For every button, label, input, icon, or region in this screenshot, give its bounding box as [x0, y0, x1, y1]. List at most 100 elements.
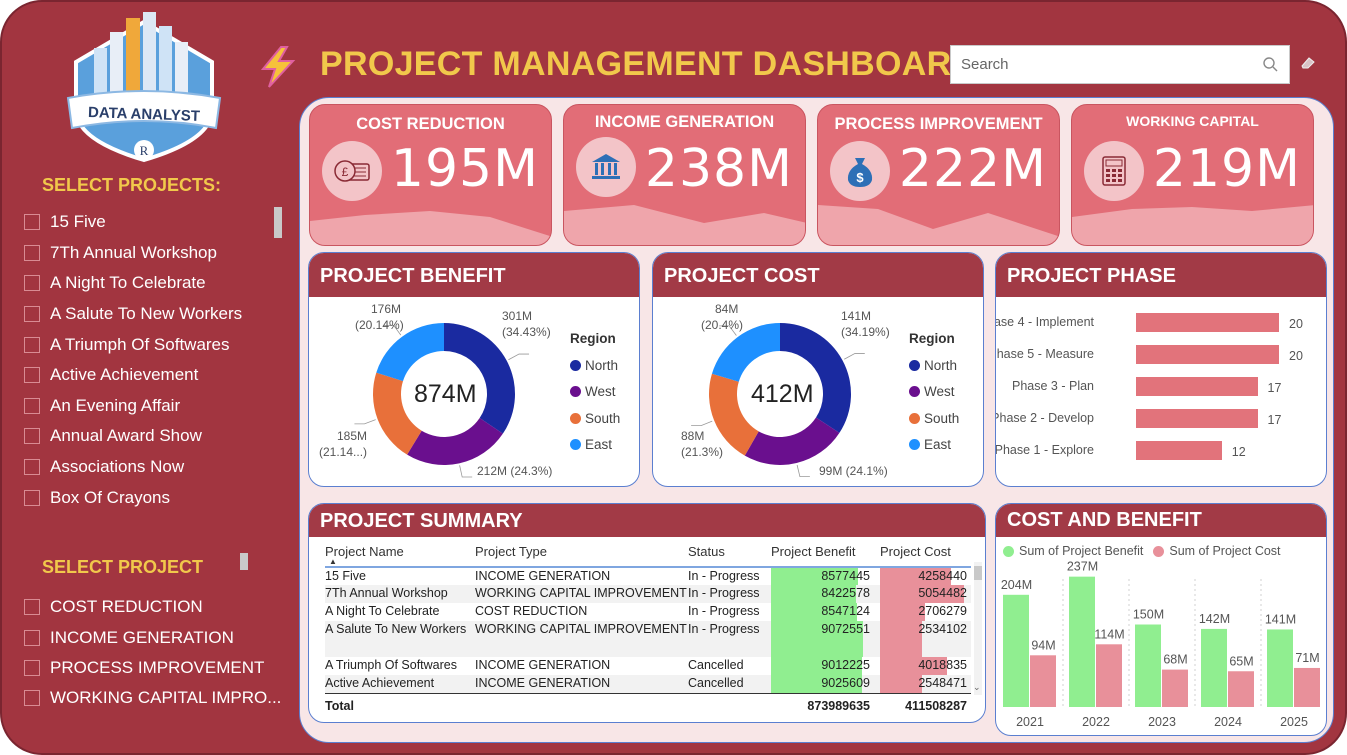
col-project-type[interactable]: Project Type — [475, 537, 688, 567]
cost-bar[interactable] — [1162, 669, 1188, 707]
table-scrollbar[interactable]: ⌄ — [973, 562, 982, 695]
cost-bar[interactable] — [1030, 655, 1056, 707]
cost-and-benefit-card: COST AND BENEFIT Sum of Project Benefit … — [995, 503, 1327, 736]
legend-west[interactable]: West — [570, 379, 620, 406]
legend-title: Region — [909, 331, 955, 346]
benefit-bar[interactable] — [1003, 594, 1029, 707]
legend-south[interactable]: South — [570, 405, 620, 432]
cell-status: In - Progress — [688, 622, 760, 636]
phase-row[interactable]: Phase 3 - Plan 17 — [996, 377, 1326, 397]
eraser-icon[interactable] — [1300, 56, 1316, 70]
cost-total: 412M — [751, 380, 814, 408]
scroll-down-icon[interactable]: ⌄ — [973, 682, 981, 693]
type-slicer-scrollbar[interactable] — [240, 553, 248, 570]
east-swatch — [909, 439, 920, 451]
cost-bar[interactable] — [1096, 644, 1122, 707]
checkbox[interactable] — [24, 459, 40, 476]
phase-bar[interactable] — [1136, 313, 1279, 332]
donut-slice-west[interactable] — [744, 417, 840, 465]
legend-east[interactable]: East — [909, 432, 959, 459]
phase-row[interactable]: Phase 5 - Measure 20 — [996, 345, 1326, 365]
project-type-option[interactable]: WORKING CAPITAL IMPRO... — [24, 683, 281, 713]
col-project-cost[interactable]: Project Cost — [874, 537, 971, 567]
project-option[interactable]: 7Th Annual Workshop — [24, 238, 242, 269]
checkbox[interactable] — [24, 599, 40, 616]
project-option[interactable]: Box Of Crayons — [24, 482, 242, 513]
legend-benefit[interactable]: Sum of Project Benefit — [1019, 544, 1143, 558]
table-row[interactable]: A Night To Celebrate COST REDUCTION In - P… — [325, 603, 971, 621]
project-type-option[interactable]: COST REDUCTION — [24, 592, 281, 622]
project-label: 7Th Annual Workshop — [50, 242, 217, 262]
leader-line-north — [844, 353, 865, 360]
project-option[interactable]: Annual Award Show — [24, 421, 242, 452]
projects-slicer[interactable]: 15 Five 7Th Annual Workshop A Night To Cel… — [24, 207, 242, 513]
col-status[interactable]: Status — [688, 537, 771, 567]
checkbox[interactable] — [24, 275, 40, 292]
phase-bar-chart[interactable]: Phase 4 - Implement 20 Phase 5 - Measure 20… — [996, 313, 1326, 483]
total-benefit: 873989635 — [807, 698, 870, 713]
project-cost-card: PROJECT COST 412M 141M (34.19%) 99M (24.1… — [652, 252, 984, 487]
project-option[interactable]: Associations Now — [24, 452, 242, 483]
checkbox[interactable] — [24, 397, 40, 414]
project-option[interactable]: Active Achievement — [24, 360, 242, 391]
project-option[interactable]: A Triumph Of Softwares — [24, 329, 242, 360]
table-row[interactable]: Active Achievement INCOME GENERATION Cance… — [325, 675, 971, 693]
col-project-benefit[interactable]: Project Benefit — [771, 537, 874, 567]
project-type-label: WORKING CAPITAL IMPRO... — [50, 688, 282, 708]
col-project-name[interactable]: Project Name ▲ — [325, 537, 475, 567]
checkbox[interactable] — [24, 659, 40, 676]
project-option[interactable]: An Evening Affair — [24, 391, 242, 422]
project-type-option[interactable]: INCOME GENERATION — [24, 622, 281, 652]
projects-scrollbar[interactable] — [274, 207, 282, 238]
checkbox[interactable] — [24, 428, 40, 445]
phase-bar[interactable] — [1136, 409, 1258, 428]
benefit-bar[interactable] — [1135, 624, 1161, 708]
cost-bar[interactable] — [1294, 667, 1320, 707]
legend-east[interactable]: East — [570, 432, 620, 459]
benefit-bar[interactable] — [1069, 576, 1095, 707]
project-type-slicer[interactable]: COST REDUCTION INCOME GENERATION PROCESS I… — [24, 592, 281, 714]
table-row[interactable]: 15 Five INCOME GENERATION In - Progress 857… — [325, 567, 971, 585]
phase-row[interactable]: Phase 2 - Develop 17 — [996, 409, 1326, 429]
cell-project-cost: 2706279 — [874, 603, 971, 621]
table-row[interactable]: A Triumph Of Softwares INCOME GENERATION C… — [325, 657, 971, 675]
search-input[interactable] — [951, 46, 1255, 83]
search-icon[interactable] — [1255, 55, 1289, 75]
legend-west[interactable]: West — [909, 379, 959, 406]
legend-south[interactable]: South — [909, 405, 959, 432]
checkbox[interactable] — [24, 336, 40, 353]
phase-bar[interactable] — [1136, 377, 1258, 396]
benefit-bar[interactable] — [1201, 628, 1227, 707]
table-scrollbar-thumb[interactable] — [974, 566, 982, 580]
phase-bar[interactable] — [1136, 441, 1222, 460]
checkbox[interactable] — [24, 629, 40, 646]
checkbox[interactable] — [24, 367, 40, 384]
project-option[interactable]: A Salute To New Workers — [24, 299, 242, 330]
project-option[interactable]: A Night To Celebrate — [24, 268, 242, 299]
project-type-option[interactable]: PROCESS IMPROVEMENT — [24, 653, 281, 683]
search-box[interactable] — [950, 45, 1290, 84]
project-option[interactable]: 15 Five — [24, 207, 242, 238]
cost-bar[interactable] — [1228, 671, 1254, 707]
legend-cost[interactable]: Sum of Project Cost — [1169, 544, 1280, 558]
phase-label: Phase 5 - Measure — [995, 347, 1094, 361]
summary-table[interactable]: Project Name ▲ Project Type Status Projec… — [325, 537, 971, 715]
checkbox[interactable] — [24, 489, 40, 506]
table-row[interactable]: A Salute To New Workers WORKING CAPITAL I… — [325, 621, 971, 657]
phase-row[interactable]: Phase 1 - Explore 12 — [996, 441, 1326, 461]
phase-bar[interactable] — [1136, 345, 1279, 364]
checkbox[interactable] — [24, 214, 40, 231]
checkbox[interactable] — [24, 306, 40, 323]
phase-row[interactable]: Phase 4 - Implement 20 — [996, 313, 1326, 333]
cost-benefit-legend: Sum of Project Benefit Sum of Project Co… — [1003, 544, 1281, 558]
checkbox[interactable] — [24, 690, 40, 707]
checkbox[interactable] — [24, 244, 40, 261]
benefit-bar[interactable] — [1267, 629, 1293, 707]
cost-benefit-bar-chart[interactable]: 204M 94M 2021 237M 114M 2022 150M 68M 2023 142M 65… — [996, 559, 1327, 736]
table-row[interactable]: 7Th Annual Workshop WORKING CAPITAL IMPRO… — [325, 585, 971, 603]
legend-north[interactable]: North — [909, 352, 959, 379]
phase-value: 20 — [1289, 349, 1303, 363]
leader-line-north — [508, 353, 530, 361]
donut-slice-west[interactable] — [407, 418, 503, 465]
legend-north[interactable]: North — [570, 352, 620, 379]
